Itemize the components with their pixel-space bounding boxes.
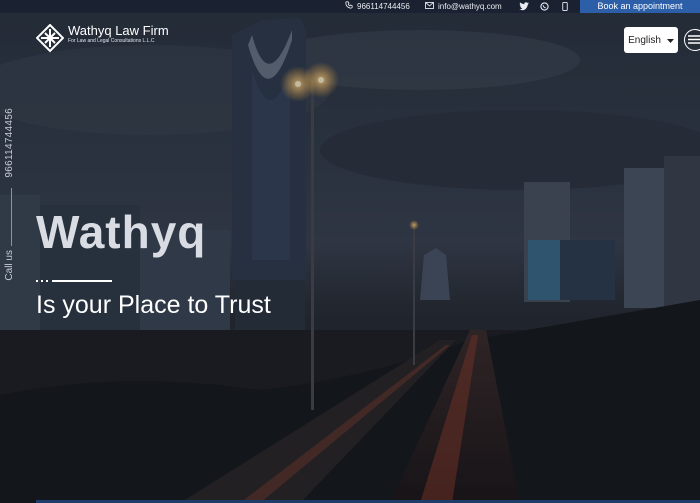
- logo[interactable]: Wathyq Law Firm For Law and Legal Consul…: [35, 23, 169, 59]
- topbar-email[interactable]: info@wathyq.com: [425, 0, 502, 13]
- hero-title: Wathyq: [36, 206, 207, 258]
- hero-divider: [36, 270, 112, 282]
- mobile-icon[interactable]: [562, 0, 568, 13]
- sidebar-phone[interactable]: 966114744456: [4, 108, 15, 178]
- chevron-down-icon: [666, 35, 674, 46]
- topbar-email-label: info@wathyq.com: [438, 2, 502, 11]
- sidebar-divider: [11, 188, 12, 246]
- sidebar-call-label[interactable]: Call us: [4, 250, 15, 281]
- top-bar: 966114744456 info@wathyq.com Book an app…: [0, 0, 700, 13]
- topbar-phone-label: 966114744456: [357, 2, 410, 11]
- logo-mark-icon: [35, 23, 65, 59]
- book-appointment-button[interactable]: Book an appointment: [580, 0, 700, 13]
- hero-section: 966114744456 info@wathyq.com Book an app…: [0, 0, 700, 503]
- logo-title: Wathyq Law Firm: [68, 23, 169, 38]
- twitter-icon[interactable]: [519, 0, 529, 13]
- whatsapp-icon[interactable]: [540, 0, 549, 13]
- language-select[interactable]: English: [624, 27, 678, 53]
- logo-subtitle: For Law and Legal Consultations L.L.C: [68, 38, 155, 44]
- language-selected: English: [628, 34, 661, 46]
- topbar-phone[interactable]: 966114744456: [345, 0, 410, 13]
- menu-button[interactable]: [684, 29, 700, 51]
- hero-tagline: Is your Place to Trust: [36, 291, 271, 319]
- mail-icon: [425, 0, 434, 13]
- phone-icon: [345, 0, 353, 13]
